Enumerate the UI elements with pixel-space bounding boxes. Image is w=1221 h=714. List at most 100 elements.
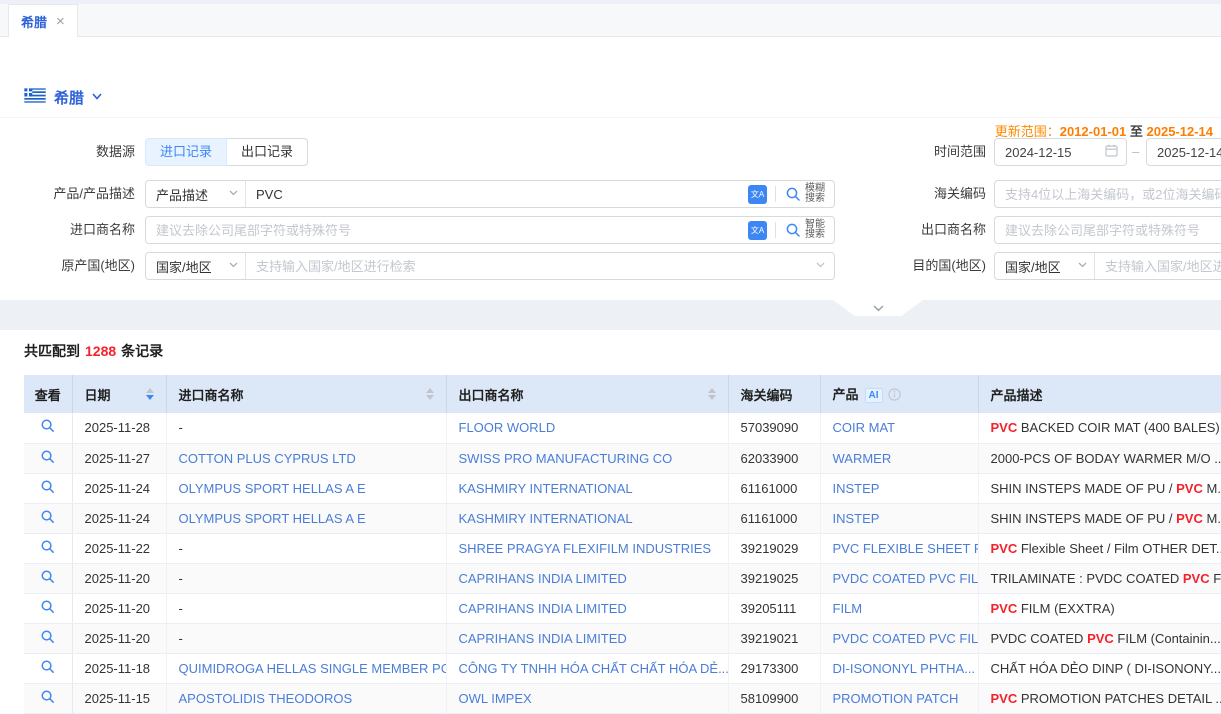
view-button[interactable] bbox=[24, 473, 72, 503]
sort-icons[interactable] bbox=[708, 388, 716, 400]
view-magnifier-icon bbox=[40, 659, 56, 675]
exporter-link[interactable]: CAPRIHANS INDIA LIMITED bbox=[459, 601, 627, 616]
exporter-link[interactable]: KASHMIRY INTERNATIONAL bbox=[459, 511, 633, 526]
exporter-link[interactable]: CAPRIHANS INDIA LIMITED bbox=[459, 631, 627, 646]
exporter-cell: SHREE PRAGYA FLEXIFILM INDUSTRIES bbox=[446, 533, 728, 563]
sort-icons[interactable] bbox=[426, 388, 434, 400]
product-link[interactable]: FILM bbox=[833, 601, 863, 616]
close-icon[interactable]: × bbox=[56, 14, 65, 29]
exporter-cell: OWL IMPEX bbox=[446, 683, 728, 713]
importer-input[interactable] bbox=[146, 217, 748, 243]
calendar-icon bbox=[1105, 144, 1118, 160]
product-link[interactable]: PVDC COATED PVC FIL... bbox=[833, 631, 979, 646]
data-source-label: 数据源 bbox=[0, 138, 135, 166]
exporter-link[interactable]: CÔNG TY TNHH HÓA CHẤT CHẤT HÓA DẺ... bbox=[459, 661, 729, 676]
product-link[interactable]: WARMER bbox=[833, 451, 892, 466]
fuzzy-search-label: 模糊搜索 bbox=[805, 184, 825, 204]
view-button[interactable] bbox=[24, 623, 72, 653]
export-records-tab[interactable]: 出口记录 bbox=[226, 138, 308, 166]
exporter-link[interactable]: SHREE PRAGYA FLEXIFILM INDUSTRIES bbox=[459, 541, 712, 556]
translate-icon[interactable]: 文A bbox=[748, 185, 767, 204]
fuzzy-search-button[interactable]: 模糊搜索 bbox=[783, 184, 834, 204]
start-date-input[interactable]: 2024-12-15 bbox=[994, 138, 1127, 166]
product-cell: PROMOTION PATCH bbox=[820, 683, 978, 713]
sort-icons[interactable] bbox=[146, 388, 154, 400]
info-icon[interactable] bbox=[888, 389, 901, 404]
exporter-link[interactable]: OWL IMPEX bbox=[459, 691, 532, 706]
page-title: 希腊 bbox=[54, 87, 84, 108]
chevron-down-icon[interactable] bbox=[92, 93, 100, 101]
product-link[interactable]: PVC FLEXIBLE SHEET F... bbox=[833, 541, 979, 556]
view-button[interactable] bbox=[24, 653, 72, 683]
view-button[interactable] bbox=[24, 443, 72, 473]
view-button[interactable] bbox=[24, 563, 72, 593]
divider bbox=[775, 222, 776, 238]
product-field-select[interactable]: 产品描述 bbox=[146, 181, 246, 207]
destination-select[interactable]: 国家/地区 bbox=[995, 253, 1095, 279]
update-range-end: 2025-12-14 bbox=[1147, 124, 1214, 139]
update-range-to: 至 bbox=[1130, 124, 1143, 139]
product-link[interactable]: PVDC COATED PVC FIL... bbox=[833, 571, 979, 586]
date-cell: 2025-11-22 bbox=[72, 533, 166, 563]
hs-code-cell: 39219029 bbox=[728, 533, 820, 563]
view-button[interactable] bbox=[24, 593, 72, 623]
importer-cell: COTTON PLUS CYPRUS LTD bbox=[166, 443, 446, 473]
importer-link[interactable]: OLYMPUS SPORT HELLAS A E bbox=[179, 481, 366, 496]
hs-code-cell: 57039090 bbox=[728, 413, 820, 443]
view-button[interactable] bbox=[24, 503, 72, 533]
destination-input[interactable] bbox=[1095, 253, 1221, 279]
origin-country-select[interactable]: 国家/地区 bbox=[146, 253, 246, 279]
product-link[interactable]: INSTEP bbox=[833, 511, 880, 526]
view-magnifier-icon bbox=[40, 569, 56, 585]
product-input[interactable] bbox=[246, 181, 748, 207]
destination-group: 国家/地区 bbox=[994, 252, 1221, 280]
product-link[interactable]: PROMOTION PATCH bbox=[833, 691, 959, 706]
exporter-link[interactable]: SWISS PRO MANUFACTURING CO bbox=[459, 451, 673, 466]
exporter-link[interactable]: FLOOR WORLD bbox=[459, 420, 556, 435]
importer-link[interactable]: OLYMPUS SPORT HELLAS A E bbox=[179, 511, 366, 526]
product-link[interactable]: COIR MAT bbox=[833, 420, 896, 435]
importer-cell: OLYMPUS SPORT HELLAS A E bbox=[166, 503, 446, 533]
table-row: 2025-11-20-CAPRIHANS INDIA LIMITED392051… bbox=[24, 593, 1221, 623]
date-cell: 2025-11-24 bbox=[72, 503, 166, 533]
exporter-link[interactable]: KASHMIRY INTERNATIONAL bbox=[459, 481, 633, 496]
importer-cell: OLYMPUS SPORT HELLAS A E bbox=[166, 473, 446, 503]
view-magnifier-icon bbox=[40, 479, 56, 495]
description-cell: 2000-PCS OF BODAY WARMER M/O ... bbox=[978, 443, 1221, 473]
view-button[interactable] bbox=[24, 683, 72, 713]
exporter-input[interactable] bbox=[994, 216, 1221, 244]
col-importer[interactable]: 进口商名称 bbox=[166, 375, 446, 413]
table-row: 2025-11-20-CAPRIHANS INDIA LIMITED392190… bbox=[24, 623, 1221, 653]
col-exporter[interactable]: 出口商名称 bbox=[446, 375, 728, 413]
product-link[interactable]: DI-ISONONYL PHTHA... bbox=[833, 661, 976, 676]
page-background-strip bbox=[0, 300, 1221, 330]
product-link[interactable]: INSTEP bbox=[833, 481, 880, 496]
view-button[interactable] bbox=[24, 533, 72, 563]
update-range-label: 更新范围： bbox=[995, 124, 1060, 139]
results-table: 查看 日期 进口商名称 出口商名称 海关编码 bbox=[24, 375, 1221, 714]
importer-cell: - bbox=[166, 623, 446, 653]
importer-link[interactable]: APOSTOLIDIS THEODOROS bbox=[179, 691, 353, 706]
smart-search-button[interactable]: 智能搜索 bbox=[783, 220, 834, 240]
date-cell: 2025-11-28 bbox=[72, 413, 166, 443]
view-button[interactable] bbox=[24, 413, 72, 443]
translate-icon[interactable]: 文A bbox=[748, 221, 767, 240]
product-cell: PVC FLEXIBLE SHEET F... bbox=[820, 533, 978, 563]
description-cell: PVDC COATED PVC FILM (Containin... bbox=[978, 623, 1221, 653]
origin-country-input[interactable] bbox=[246, 253, 816, 279]
hs-code-input[interactable] bbox=[994, 180, 1221, 208]
origin-country-label: 原产国(地区) bbox=[0, 252, 135, 280]
col-date[interactable]: 日期 bbox=[72, 375, 166, 413]
importer-empty: - bbox=[179, 571, 183, 586]
importer-link[interactable]: COTTON PLUS CYPRUS LTD bbox=[179, 451, 356, 466]
product-cell: INSTEP bbox=[820, 473, 978, 503]
import-records-tab[interactable]: 进口记录 bbox=[145, 138, 227, 166]
importer-link[interactable]: QUIMIDROGA HELLAS SINGLE MEMBER PC bbox=[179, 661, 447, 676]
chevron-down-icon[interactable] bbox=[816, 262, 824, 270]
exporter-cell: CAPRIHANS INDIA LIMITED bbox=[446, 593, 728, 623]
time-range-label: 时间范围 bbox=[850, 138, 986, 166]
end-date-input[interactable]: 2025-12-14 bbox=[1146, 138, 1221, 166]
tab-greece[interactable]: 希腊 × bbox=[8, 4, 78, 38]
exporter-link[interactable]: CAPRIHANS INDIA LIMITED bbox=[459, 571, 627, 586]
importer-empty: - bbox=[179, 420, 183, 435]
